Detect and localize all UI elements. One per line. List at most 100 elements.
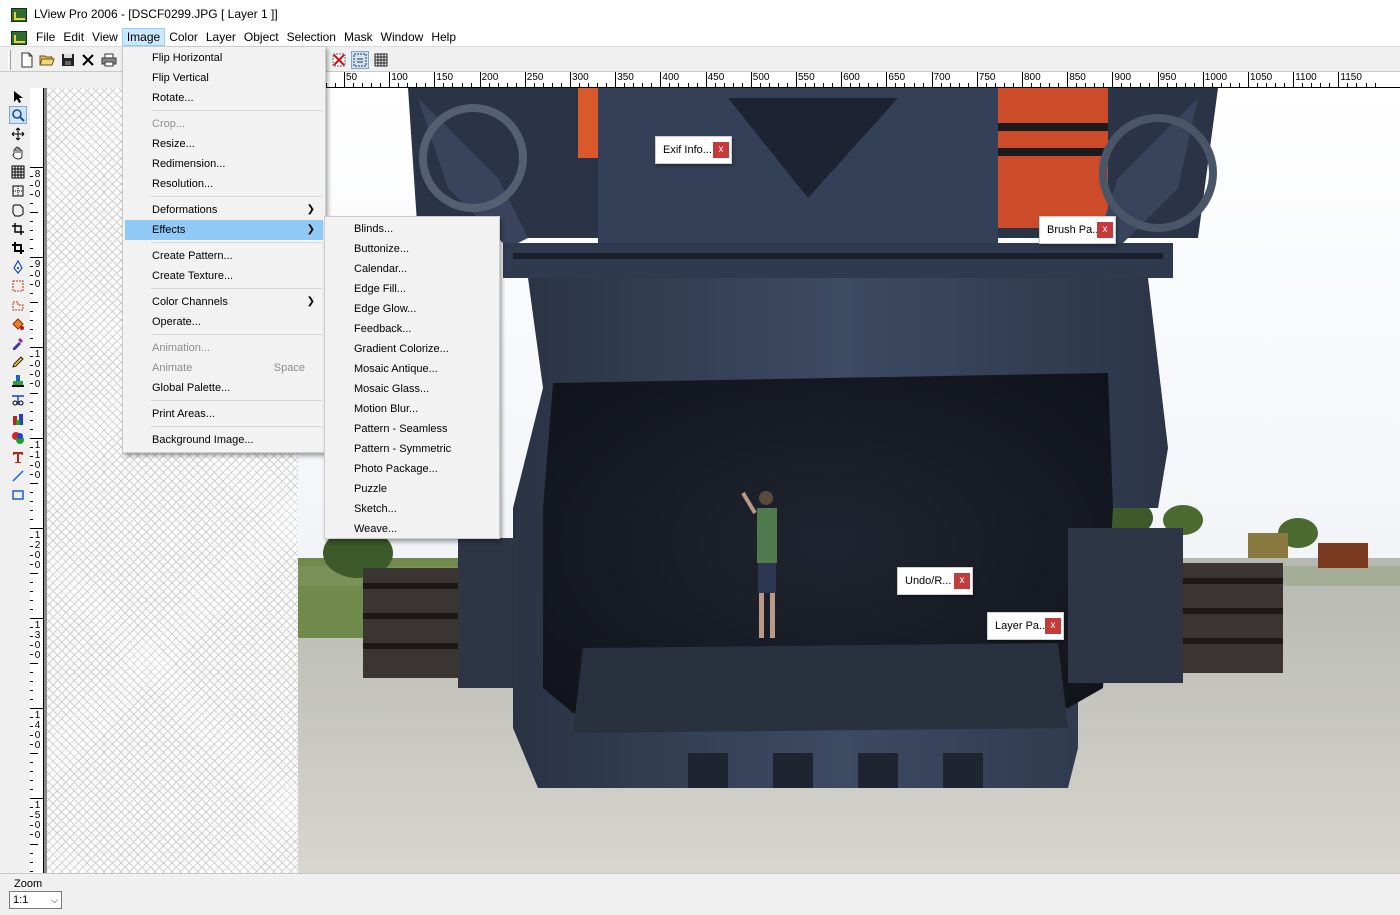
line-icon[interactable] bbox=[9, 467, 27, 485]
vertical-ruler: 800 900 1000 1100 1200 1300 1400 1500 bbox=[30, 88, 44, 873]
airbrush-icon[interactable] bbox=[9, 410, 27, 428]
scissors-icon[interactable] bbox=[9, 391, 27, 409]
freeform-select-icon[interactable] bbox=[9, 296, 27, 314]
ruler-minor-tick bbox=[1257, 83, 1259, 87]
select-rect-icon[interactable] bbox=[9, 182, 27, 200]
text-icon[interactable] bbox=[9, 448, 27, 466]
effects-item-mosaic-glass[interactable]: Mosaic Glass... bbox=[327, 379, 497, 399]
crop-icon[interactable] bbox=[9, 220, 27, 238]
menu-item-color-channels[interactable]: Color Channels ❯ bbox=[125, 292, 323, 312]
menu-view[interactable]: View bbox=[88, 28, 122, 46]
ruler-major-tick bbox=[1067, 72, 1069, 87]
menu-item-deformations[interactable]: Deformations ❯ bbox=[125, 200, 323, 220]
ruler-minor-tick bbox=[30, 663, 38, 665]
grid-icon[interactable] bbox=[9, 163, 27, 181]
exif-info-panel[interactable]: Exif Info... x bbox=[655, 136, 732, 164]
layer-palette-panel[interactable]: Layer Pa... x bbox=[987, 612, 1064, 640]
open-folder-icon[interactable] bbox=[38, 51, 56, 69]
effects-item-buttonize[interactable]: Buttonize... bbox=[327, 239, 497, 259]
document-icon[interactable] bbox=[10, 29, 27, 45]
effects-item-edge-glow[interactable]: Edge Glow... bbox=[327, 299, 497, 319]
ruler-minor-tick bbox=[506, 83, 508, 87]
effects-item-gradient-colorize[interactable]: Gradient Colorize... bbox=[327, 339, 497, 359]
pointer-icon[interactable] bbox=[9, 88, 27, 106]
effects-item-edge-fill[interactable]: Edge Fill... bbox=[327, 279, 497, 299]
ruler-minor-tick bbox=[30, 771, 33, 773]
ruler-major-tick bbox=[750, 72, 752, 87]
ruler-major-tick bbox=[705, 72, 707, 87]
undo-redo-close-button[interactable]: x bbox=[954, 573, 970, 589]
effects-item-puzzle[interactable]: Puzzle bbox=[327, 479, 497, 499]
layer-palette-close-button[interactable]: x bbox=[1045, 618, 1061, 634]
menu-item-create-texture[interactable]: Create Texture... bbox=[125, 266, 323, 286]
menu-file[interactable]: File bbox=[32, 28, 59, 46]
ruler-minor-tick bbox=[723, 83, 725, 87]
print-icon[interactable] bbox=[100, 51, 118, 69]
effects-item-blinds[interactable]: Blinds... bbox=[327, 219, 497, 239]
save-icon[interactable] bbox=[59, 51, 77, 69]
menu-layer[interactable]: Layer bbox=[202, 28, 240, 46]
hand-icon[interactable] bbox=[9, 144, 27, 162]
effects-item-photo-package[interactable]: Photo Package... bbox=[327, 459, 497, 479]
pencil-icon[interactable] bbox=[9, 353, 27, 371]
menu-item-crop: Crop... bbox=[152, 118, 186, 130]
menu-mask[interactable]: Mask bbox=[340, 28, 377, 46]
ruler-major-tick bbox=[660, 72, 662, 87]
lasso-icon[interactable] bbox=[9, 201, 27, 219]
ruler-minor-tick bbox=[1229, 83, 1231, 87]
effects-item-pattern-symmetric[interactable]: Pattern - Symmetric bbox=[327, 439, 497, 459]
menu-object[interactable]: Object bbox=[240, 28, 283, 46]
menu-item-flip-vertical[interactable]: Flip Vertical bbox=[125, 68, 323, 88]
menu-item-rotate[interactable]: Rotate... bbox=[125, 88, 323, 108]
menu-help[interactable]: Help bbox=[427, 28, 460, 46]
menu-item-operate[interactable]: Operate... bbox=[125, 312, 323, 332]
ruler-label: 850 bbox=[1069, 72, 1086, 83]
menu-item-global-palette[interactable]: Global Palette... bbox=[125, 378, 323, 398]
new-document-icon[interactable] bbox=[18, 51, 36, 69]
ruler-minor-tick bbox=[30, 356, 33, 358]
crop-icon[interactable] bbox=[9, 239, 27, 257]
menu-color[interactable]: Color bbox=[165, 28, 202, 46]
menu-selection[interactable]: Selection bbox=[283, 28, 340, 46]
move-icon[interactable] bbox=[9, 125, 27, 143]
menu-item-background-image[interactable]: Background Image... bbox=[125, 430, 323, 450]
effects-item-sketch[interactable]: Sketch... bbox=[327, 499, 497, 519]
menu-edit[interactable]: Edit bbox=[59, 28, 88, 46]
effects-item-calendar[interactable]: Calendar... bbox=[327, 259, 497, 279]
zoom-select[interactable]: 1:1 ⌵ bbox=[9, 891, 62, 909]
exif-info-close-button[interactable]: x bbox=[713, 142, 729, 158]
effects-item-mosaic-antique[interactable]: Mosaic Antique... bbox=[327, 359, 497, 379]
menu-item-effects[interactable]: Effects ❯ bbox=[125, 220, 323, 240]
no-mask-icon[interactable] bbox=[330, 51, 348, 69]
close-icon[interactable] bbox=[79, 51, 97, 69]
brush-palette-close-button[interactable]: x bbox=[1097, 222, 1113, 238]
zoom-icon[interactable] bbox=[9, 106, 27, 124]
ruler-minor-tick bbox=[533, 83, 535, 87]
brush-palette-panel[interactable]: Brush Pa... x bbox=[1039, 216, 1116, 244]
menu-item-flip-horizontal[interactable]: Flip Horizontal bbox=[125, 48, 323, 68]
menu-item-redimension[interactable]: Redimension... bbox=[125, 154, 323, 174]
color-replace-icon[interactable] bbox=[9, 429, 27, 447]
menu-window[interactable]: Window bbox=[377, 28, 428, 46]
effects-item-pattern-seamless[interactable]: Pattern - Seamless bbox=[327, 419, 497, 439]
menu-image[interactable]: Image bbox=[121, 28, 166, 46]
marquee-icon[interactable] bbox=[9, 277, 27, 295]
stamp-icon[interactable] bbox=[9, 372, 27, 390]
effects-item-weave[interactable]: Weave... bbox=[327, 519, 497, 539]
effects-item-motion-blur[interactable]: Motion Blur... bbox=[327, 399, 497, 419]
effects-item-feedback[interactable]: Feedback... bbox=[327, 319, 497, 339]
menu-item-resize[interactable]: Resize... bbox=[125, 134, 323, 154]
menu-item-create-pattern[interactable]: Create Pattern... bbox=[125, 246, 323, 266]
menu-item-effects-label: Effects bbox=[152, 224, 186, 236]
menu-item-resolution[interactable]: Resolution... bbox=[125, 174, 323, 194]
grid-icon[interactable] bbox=[372, 51, 390, 69]
fill-icon[interactable] bbox=[9, 315, 27, 333]
ruler-minor-tick bbox=[30, 554, 33, 556]
menu-item-print-areas[interactable]: Print Areas... bbox=[125, 404, 323, 424]
undo-redo-panel[interactable]: Undo/R... x bbox=[897, 567, 973, 595]
pen-icon[interactable] bbox=[9, 258, 27, 276]
rectangle-icon[interactable] bbox=[9, 486, 27, 504]
grid-select-icon[interactable] bbox=[351, 51, 369, 69]
eyedropper-icon[interactable] bbox=[9, 334, 27, 352]
toolbar-grip[interactable] bbox=[8, 50, 11, 70]
